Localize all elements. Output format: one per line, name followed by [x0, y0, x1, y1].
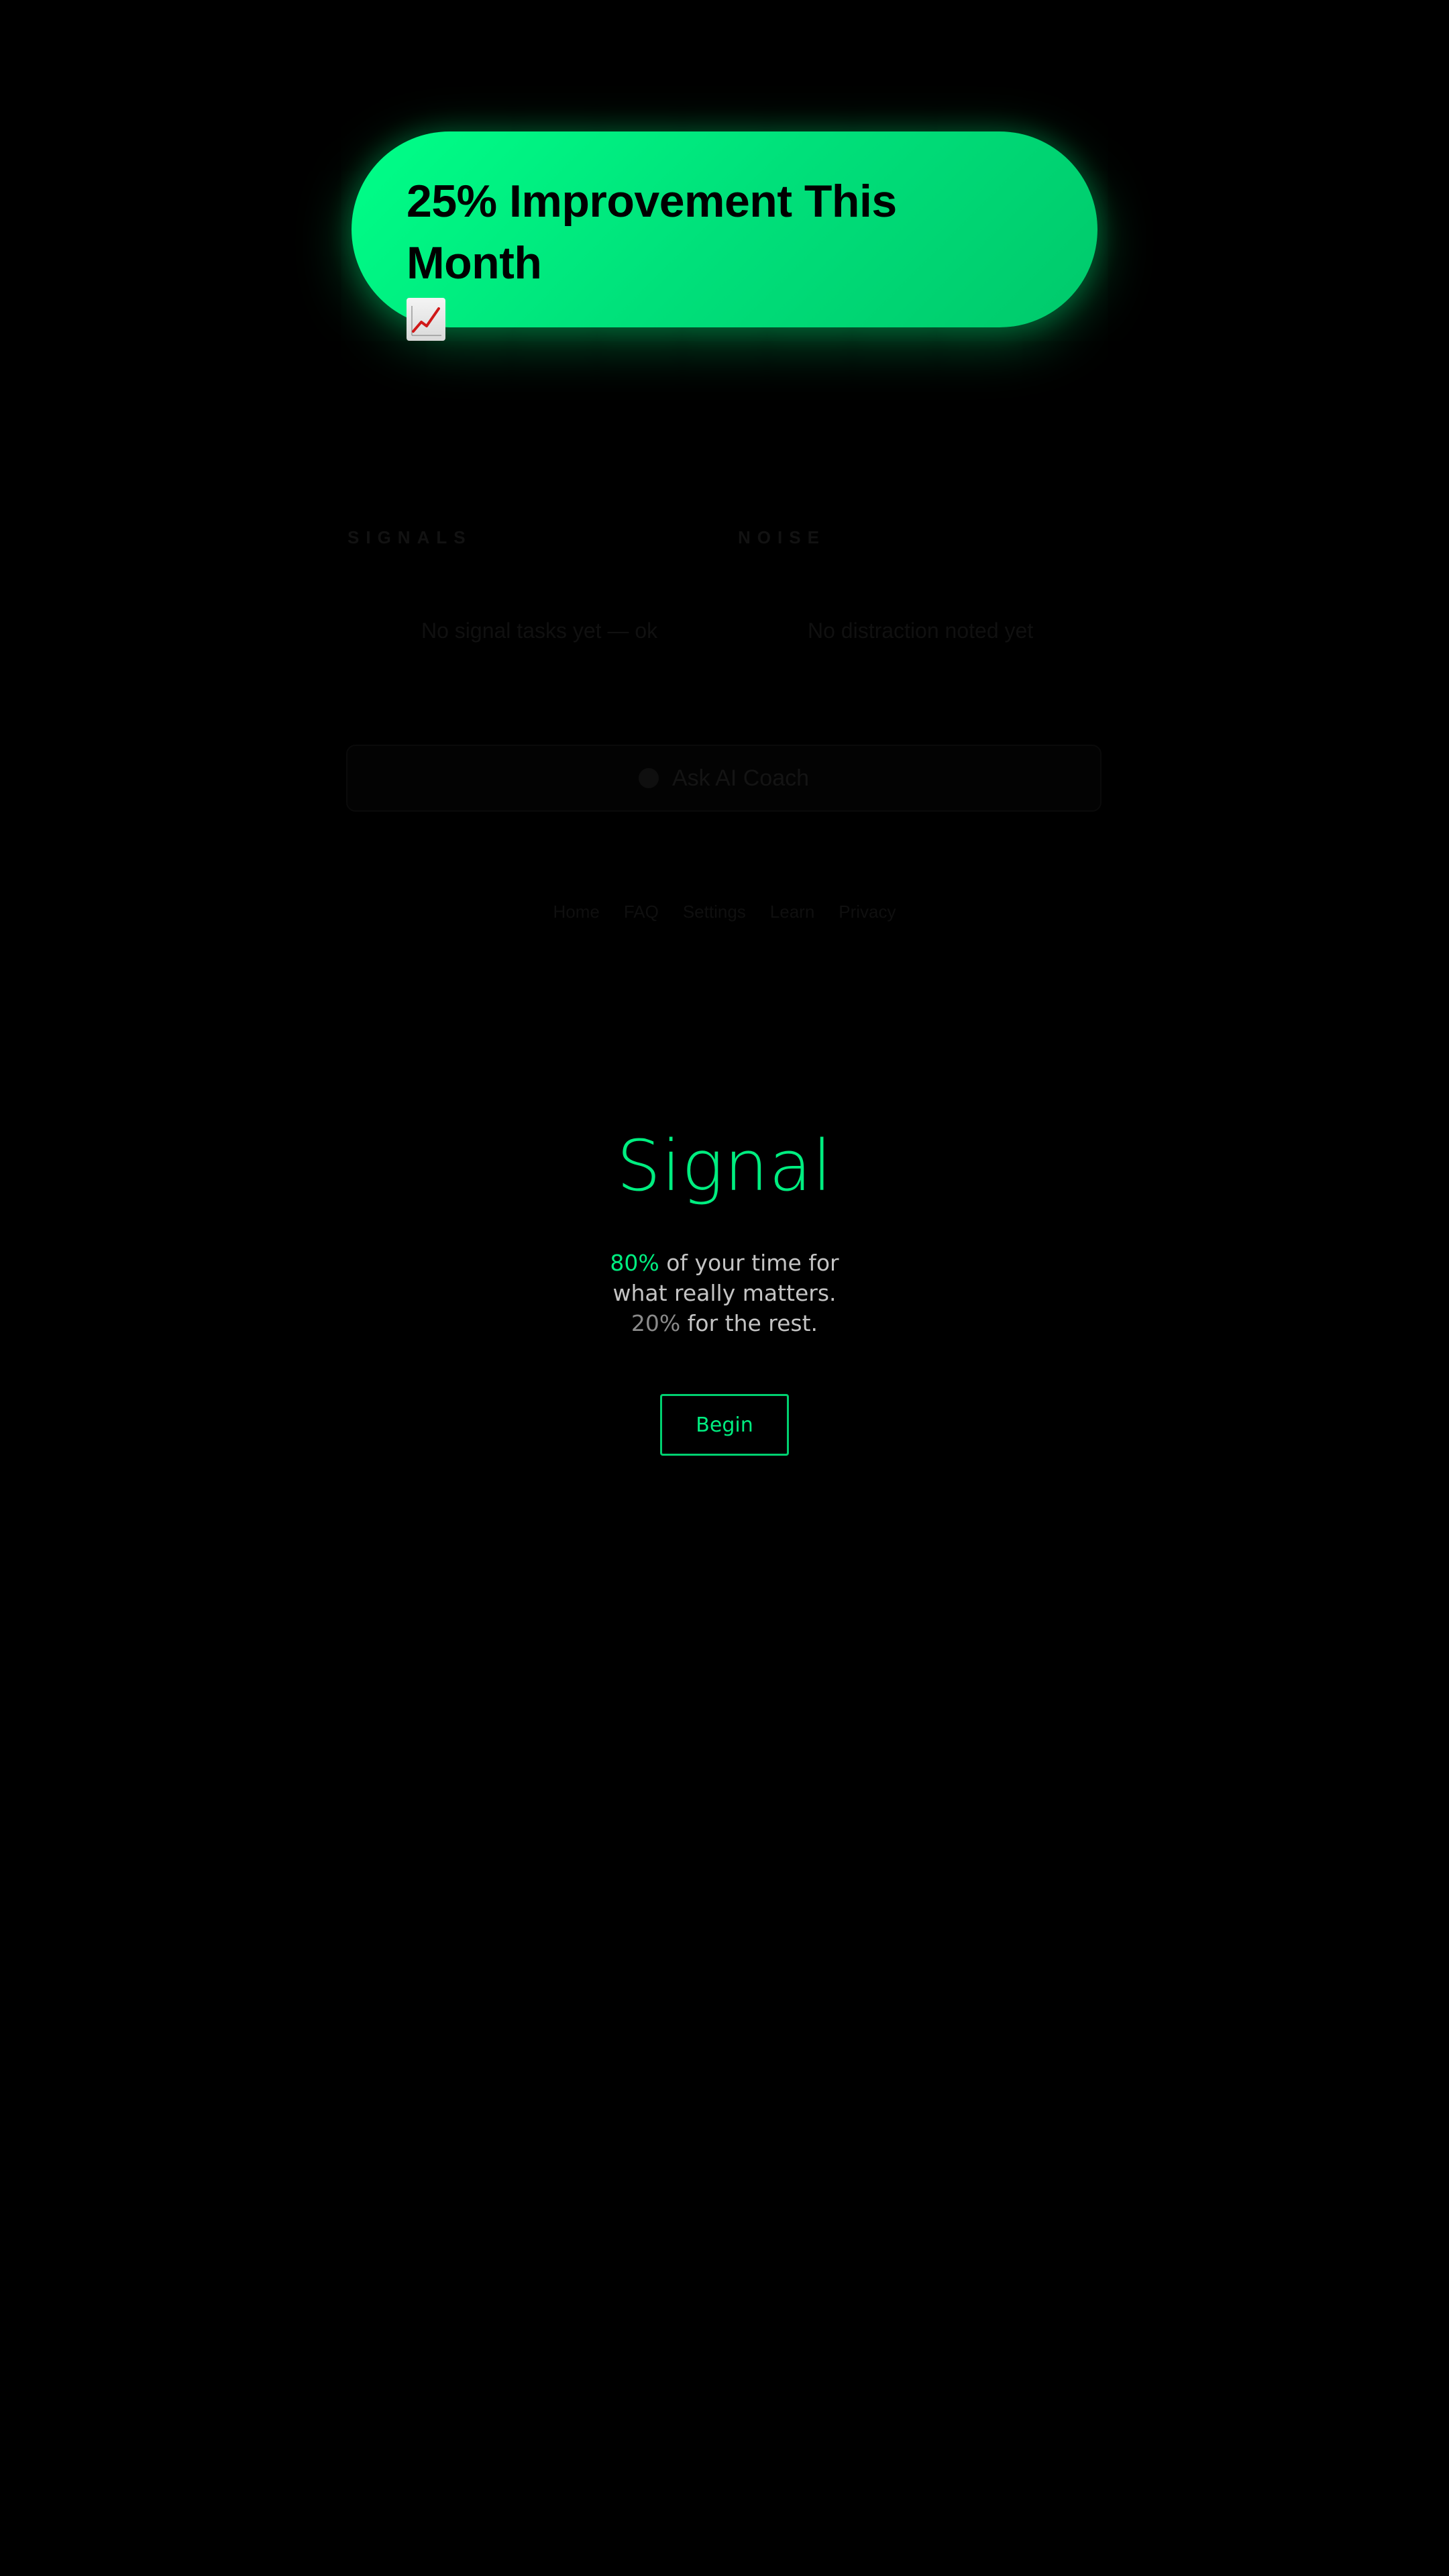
begin-button[interactable]: Begin	[660, 1394, 789, 1456]
tagline-line-2: what really matters.	[612, 1280, 837, 1306]
tagline-muted-percent: 20%	[631, 1310, 681, 1336]
tagline-accent-percent: 80%	[610, 1250, 659, 1276]
ask-ai-coach-button[interactable]: Ask AI Coach	[346, 745, 1102, 812]
signals-empty-text: No signal tasks yet — ok	[421, 619, 658, 643]
app-screen: SIGNALS NOISE No signal tasks yet — ok N…	[0, 0, 1449, 2576]
ask-ai-coach-label: Ask AI Coach	[672, 765, 810, 791]
tagline-line-3-text: for the rest.	[680, 1310, 818, 1336]
tagline-line-3: 20% for the rest.	[0, 1308, 1449, 1338]
footer-link-settings[interactable]: Settings	[683, 902, 746, 922]
toast-title: 25% Improvement This Month	[407, 176, 897, 288]
tagline-line-1: 80% of your time for	[0, 1248, 1449, 1278]
footer-link-privacy[interactable]: Privacy	[839, 902, 896, 922]
brand-title: Signal	[616, 1125, 833, 1207]
signals-column-label: SIGNALS	[347, 527, 472, 547]
tagline-line-1-text: of your time for	[659, 1250, 839, 1276]
chart-increasing-icon	[407, 298, 445, 341]
footer-link-learn[interactable]: Learn	[770, 902, 815, 922]
tagline: 80% of your time for what really matters…	[0, 1248, 1449, 1338]
noise-empty-text: No distraction noted yet	[808, 619, 1034, 643]
improvement-toast[interactable]: 25% Improvement This Month	[352, 131, 1097, 341]
sparkle-icon	[638, 768, 659, 788]
footer-link-faq[interactable]: FAQ	[624, 902, 659, 922]
noise-column-label: NOISE	[738, 527, 826, 547]
footer-nav: Home FAQ Settings Learn Privacy	[0, 902, 1449, 922]
footer-link-home[interactable]: Home	[553, 902, 599, 922]
